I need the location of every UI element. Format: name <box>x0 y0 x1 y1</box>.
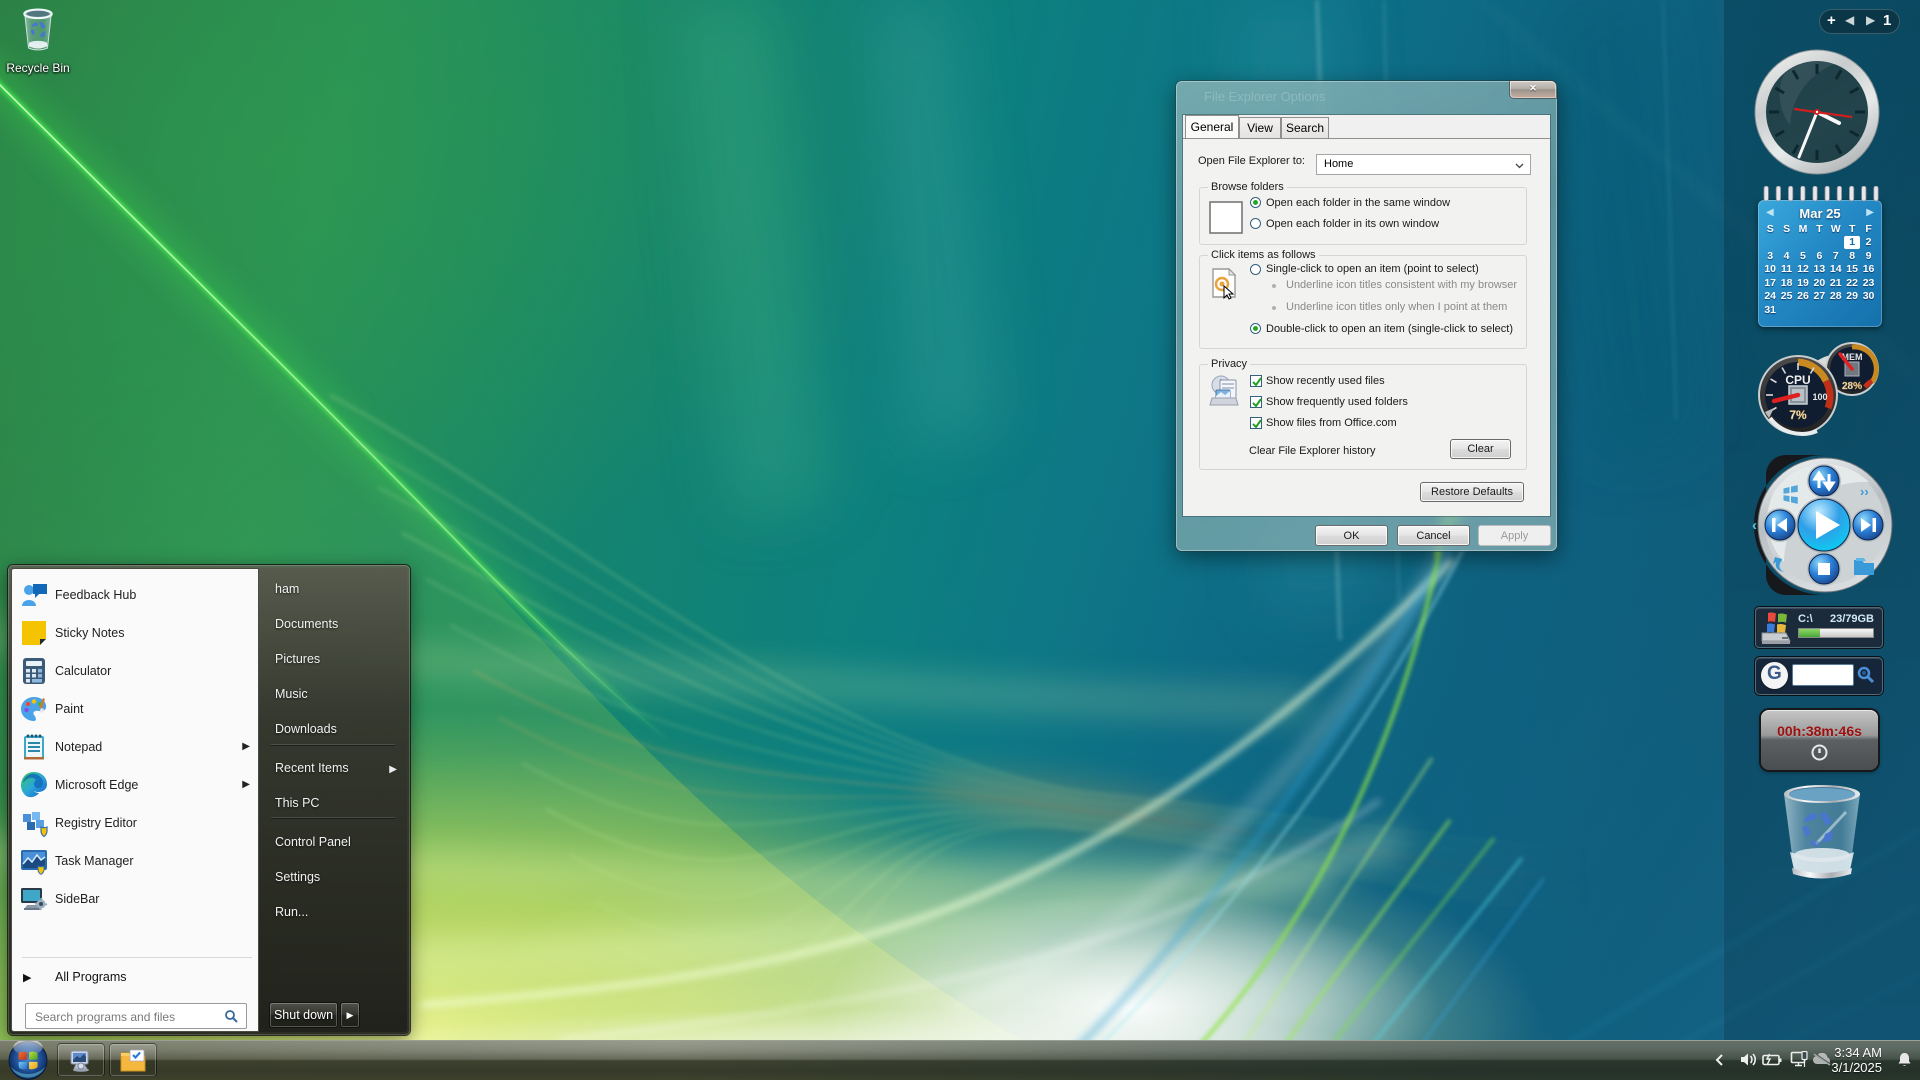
svg-text:28%: 28% <box>1842 381 1862 392</box>
svg-text:››: ›› <box>1860 484 1869 499</box>
svg-text:‹: ‹ <box>1752 517 1757 534</box>
svg-text:100: 100 <box>1812 392 1827 402</box>
svg-text:CPU: CPU <box>1785 373 1810 387</box>
svg-text:7%: 7% <box>1789 408 1807 422</box>
